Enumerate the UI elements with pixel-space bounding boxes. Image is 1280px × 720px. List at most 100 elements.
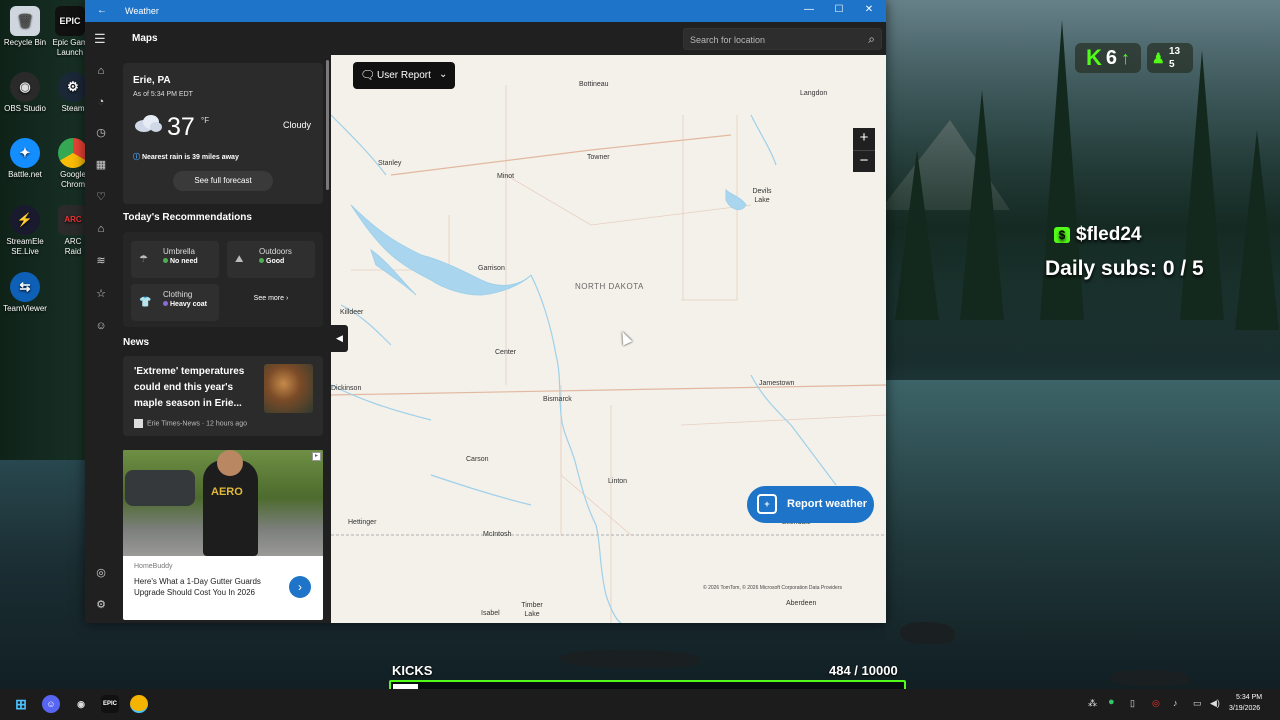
- comment-icon: 🗨: [360, 68, 376, 82]
- history-icon[interactable]: ◷: [93, 125, 109, 141]
- tray-chevron-icon[interactable]: ⁂: [1088, 698, 1097, 709]
- recommendation-label: Clothing: [163, 290, 193, 299]
- status-dot-icon: [163, 258, 168, 263]
- window-title: Weather: [125, 6, 159, 16]
- recommendation-outdoors[interactable]: ⛰ Outdoors Good: [227, 241, 315, 278]
- latest-sub-name: $ $fled24: [1054, 224, 1141, 246]
- status-dot-icon: [163, 301, 168, 306]
- desktop-icon-label: Google Chrom: [60, 170, 86, 189]
- user-report-dropdown[interactable]: 🗨 User Report ⌄: [353, 62, 455, 89]
- desktop-icon-label: TeamViewer: [3, 304, 47, 313]
- recommendation-value-text: No need: [170, 258, 198, 265]
- ad-image-head: [217, 450, 243, 476]
- news-card[interactable]: 'Extreme' temperatures could end this ye…: [123, 356, 323, 436]
- minimize-button[interactable]: —: [802, 4, 816, 15]
- ad-text: Here's What a 1-Day Gutter Guards Upgrad…: [134, 577, 261, 597]
- desktop-icon-teamviewer[interactable]: ⇆ TeamViewer: [0, 272, 50, 314]
- info-icon: ⓘ: [133, 154, 140, 161]
- tray-app-icon[interactable]: ◎: [1152, 698, 1160, 709]
- collapse-panel-button[interactable]: ◀: [331, 325, 348, 352]
- city-label: Langdon: [800, 90, 828, 97]
- rain-note-text: Nearest rain is 39 miles away: [141, 154, 239, 161]
- clock-time[interactable]: 5:34 PM: [1236, 694, 1262, 701]
- display-icon[interactable]: ▭: [1193, 698, 1202, 709]
- arc-raiders-icon: ARC: [58, 205, 88, 235]
- volume-icon[interactable]: ◀): [1210, 698, 1220, 709]
- city-label: Isabel: [481, 610, 500, 617]
- app-header: ☰ Maps ⌕: [85, 22, 886, 55]
- ad-choices-icon[interactable]: ▸: [312, 452, 321, 461]
- report-weather-button[interactable]: + Report weather: [747, 486, 874, 523]
- settings-icon[interactable]: ⚙: [93, 597, 109, 613]
- city-label: Center: [495, 349, 517, 356]
- obs-taskbar-icon[interactable]: ◉: [72, 695, 90, 713]
- discord-icon[interactable]: ☺: [42, 695, 60, 713]
- calendar-icon[interactable]: ▦: [93, 157, 109, 173]
- favorites-icon[interactable]: ♡: [93, 189, 109, 205]
- viewers-badge: ♟ 13 5: [1147, 43, 1193, 73]
- side-panel: Erie, PA As of 5:34 PM EDT 37 °F Cloudy …: [117, 55, 330, 623]
- panel-scrollbar[interactable]: [325, 55, 330, 623]
- status-dot-icon[interactable]: ●: [1108, 696, 1115, 708]
- home-icon[interactable]: ⌂: [93, 63, 109, 79]
- daily-subs-goal: Daily subs: 0 / 5: [1045, 257, 1204, 280]
- ad-image: AERO: [123, 450, 323, 556]
- maximize-button[interactable]: ☐: [832, 4, 846, 15]
- news-thumbnail: [264, 364, 313, 413]
- account-icon[interactable]: ◎: [93, 565, 109, 581]
- viewers-count-bottom: 5: [1169, 59, 1175, 70]
- desktop-icon-battlenet[interactable]: ✦ Battle.net: [0, 138, 50, 180]
- current-weather-card[interactable]: Erie, PA As of 5:34 PM EDT 37 °F Cloudy …: [123, 63, 323, 204]
- face-icon[interactable]: ☺: [93, 318, 109, 334]
- hamburger-menu-icon[interactable]: ☰: [94, 31, 106, 47]
- star-icon[interactable]: ☆: [93, 286, 109, 302]
- title-bar[interactable]: ← Weather — ☐ ✕: [85, 0, 886, 22]
- dollar-icon: $: [1054, 227, 1070, 243]
- report-weather-label: Report weather: [787, 498, 868, 510]
- radar-icon[interactable]: ◔: [93, 94, 109, 110]
- close-button[interactable]: ✕: [862, 4, 876, 15]
- battlenet-icon: ✦: [10, 138, 40, 168]
- desktop-icon-label: ARC Raid: [64, 237, 82, 256]
- scrollbar-thumb[interactable]: [326, 60, 329, 190]
- recommendations-card: ☂ Umbrella No need ⛰ Outdoors Good 👕 Clo…: [123, 232, 323, 327]
- recommendation-clothing[interactable]: 👕 Clothing Heavy coat: [131, 284, 219, 321]
- desktop-icon-recycle-bin[interactable]: 🗑 Recycle Bin: [0, 6, 50, 48]
- search-icon[interactable]: ⌕: [868, 32, 875, 47]
- city-label: Carson: [466, 456, 489, 463]
- wallpaper-rock: [900, 622, 955, 644]
- clock-date[interactable]: 3/19/2026: [1229, 705, 1260, 712]
- desktop-icon-obs[interactable]: ◉ OBS Studio: [0, 72, 50, 114]
- desktop-icon-streamelements[interactable]: ⚡ StreamEle SE.Live: [0, 205, 50, 257]
- desktop-icon-label: Battle.net: [8, 170, 42, 179]
- see-full-forecast-button[interactable]: See full forecast: [173, 171, 273, 191]
- microphone-icon[interactable]: ♪: [1173, 698, 1178, 708]
- cloud-icon: [135, 115, 162, 132]
- viewers-count-top: 13: [1169, 46, 1181, 57]
- city-label: Dickinson: [331, 385, 362, 392]
- see-more-button[interactable]: See more ›: [231, 291, 311, 307]
- recommendation-label: Umbrella: [163, 247, 196, 256]
- recommendation-umbrella[interactable]: ☂ Umbrella No need: [131, 241, 219, 278]
- life-icon[interactable]: ⌂: [93, 221, 109, 237]
- trends-icon[interactable]: ≋: [93, 253, 109, 269]
- wallpaper-lake: [885, 380, 1280, 640]
- zoom-in-button[interactable]: +: [853, 128, 875, 150]
- search-box[interactable]: ⌕: [683, 28, 882, 50]
- map-attribution[interactable]: © 2026 TomTom, © 2026 Microsoft Corporat…: [703, 585, 842, 591]
- arrow-up-icon: ↑: [1121, 47, 1130, 68]
- windows-start-icon[interactable]: ⊞: [12, 695, 30, 713]
- weather-window: ← Weather — ☐ ✕ ☰ Maps ⌕ ⌂ ◔ ◷ ▦ ♡ ⌂ ≋ ☆…: [85, 0, 886, 623]
- desktop-icon-epic-games[interactable]: EPIC Epic Gam Launch: [50, 6, 90, 58]
- city-label: Aberdeen: [786, 600, 817, 607]
- chevron-right-icon[interactable]: ›: [289, 576, 311, 598]
- weather-taskbar-icon[interactable]: [130, 695, 148, 713]
- epic-games-taskbar-icon[interactable]: EPIC: [101, 695, 119, 713]
- city-label: McIntosh: [483, 531, 512, 538]
- back-arrow-icon[interactable]: ←: [97, 5, 107, 16]
- map-view[interactable]: NORTH DAKOTA Bottineau Langdon Towner St…: [331, 55, 886, 623]
- search-input[interactable]: [690, 33, 855, 46]
- zoom-out-button[interactable]: −: [853, 150, 875, 172]
- ad-card[interactable]: AERO ▸ HomeBuddy Here's What a 1-Day Gut…: [123, 450, 323, 620]
- battery-icon[interactable]: ▯: [1130, 698, 1135, 709]
